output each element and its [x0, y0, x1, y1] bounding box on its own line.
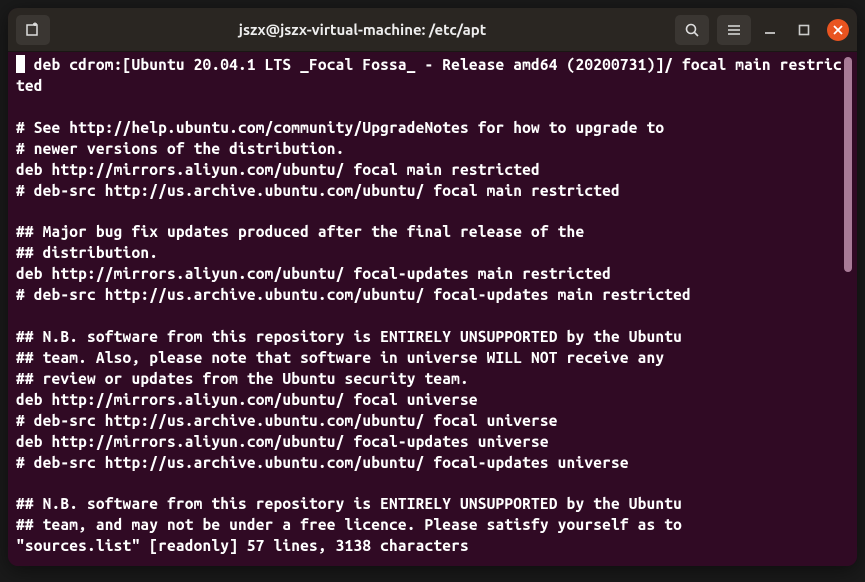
- new-tab-button[interactable]: [16, 15, 50, 45]
- hamburger-menu-button[interactable]: [717, 15, 751, 45]
- maximize-icon: [798, 24, 810, 36]
- close-icon: [833, 25, 843, 35]
- new-tab-icon: [25, 22, 41, 38]
- search-icon: [684, 22, 700, 38]
- minimize-icon: [764, 24, 776, 36]
- scrollbar[interactable]: [843, 55, 853, 563]
- text-cursor: [16, 55, 25, 73]
- window-controls: [759, 19, 849, 41]
- minimize-button[interactable]: [759, 19, 781, 41]
- hamburger-icon: [726, 22, 742, 38]
- terminal-content: # deb cdrom:[Ubuntu 20.04.1 LTS _Focal F…: [16, 55, 843, 563]
- search-button[interactable]: [675, 15, 709, 45]
- window-title: jszx@jszx-virtual-machine: /etc/apt: [58, 21, 667, 38]
- titlebar: jszx@jszx-virtual-machine: /etc/apt: [8, 8, 857, 52]
- close-button[interactable]: [827, 19, 849, 41]
- terminal-viewport[interactable]: # deb cdrom:[Ubuntu 20.04.1 LTS _Focal F…: [8, 52, 857, 566]
- terminal-window: jszx@jszx-virtual-machine: /etc/apt: [8, 8, 857, 566]
- scroll-thumb[interactable]: [844, 57, 852, 272]
- maximize-button[interactable]: [793, 19, 815, 41]
